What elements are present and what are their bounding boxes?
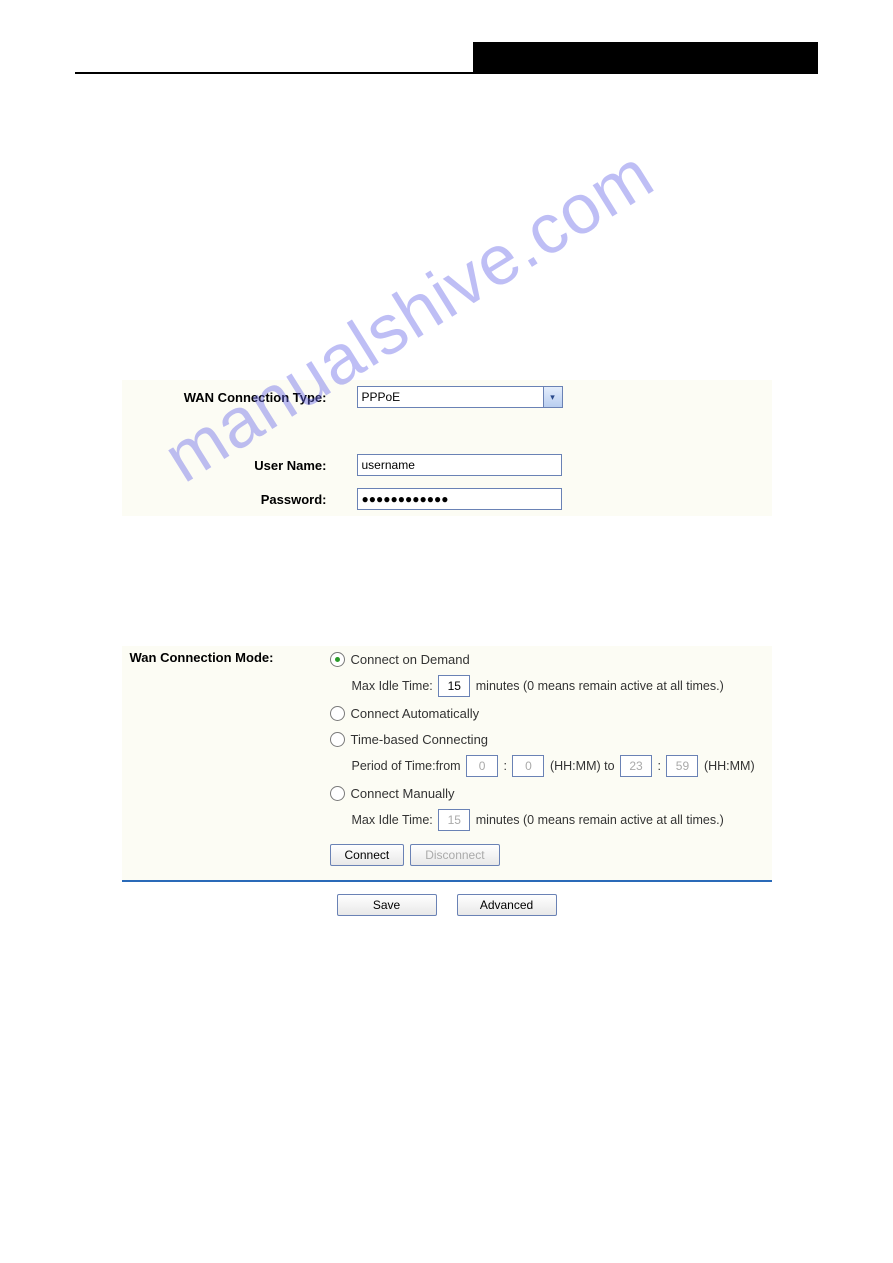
wan-settings-panel: WAN Connection Type: PPPoE ▾ User Name: …	[122, 380, 772, 516]
connect-automatically-label: Connect Automatically	[351, 706, 480, 721]
save-button[interactable]: Save	[337, 894, 437, 916]
password-input[interactable]	[357, 488, 562, 510]
time-based-label: Time-based Connecting	[351, 732, 489, 747]
header-rule	[75, 72, 818, 74]
wan-connection-mode-label: Wan Connection Mode:	[122, 646, 330, 665]
time-to-min-input[interactable]	[666, 755, 698, 777]
time-to-hour-input[interactable]	[620, 755, 652, 777]
wan-connection-type-select[interactable]: PPPoE ▾	[357, 386, 563, 408]
manual-idle-prefix: Max Idle Time:	[352, 813, 433, 827]
time-period-prefix: Period of Time:from	[352, 759, 461, 773]
time-mid-2: (HH:MM)	[704, 759, 755, 773]
wan-connection-type-value: PPPoE	[362, 390, 401, 404]
header-black-bar	[473, 42, 818, 72]
username-label: User Name:	[122, 458, 357, 473]
time-from-min-input[interactable]	[512, 755, 544, 777]
page-header	[0, 0, 893, 100]
action-bar: Save Advanced	[122, 894, 772, 936]
demand-idle-suffix: minutes (0 means remain active at all ti…	[476, 679, 724, 693]
wan-connection-mode-panel: Wan Connection Mode: Connect on Demand M…	[122, 646, 772, 880]
radio-connect-automatically[interactable]	[330, 706, 345, 721]
panel-separator	[122, 880, 772, 882]
time-from-hour-input[interactable]	[466, 755, 498, 777]
radio-connect-manually[interactable]	[330, 786, 345, 801]
radio-time-based[interactable]	[330, 732, 345, 747]
demand-idle-prefix: Max Idle Time:	[352, 679, 433, 693]
password-label: Password:	[122, 492, 357, 507]
connect-manually-label: Connect Manually	[351, 786, 455, 801]
disconnect-button[interactable]: Disconnect	[410, 844, 499, 866]
time-colon-1: :	[500, 759, 510, 773]
time-mid-1: (HH:MM) to	[550, 759, 615, 773]
chevron-down-icon[interactable]: ▾	[543, 387, 562, 407]
username-input[interactable]	[357, 454, 562, 476]
wan-connection-type-label: WAN Connection Type:	[122, 390, 357, 405]
demand-idle-time-input[interactable]	[438, 675, 470, 697]
radio-connect-on-demand[interactable]	[330, 652, 345, 667]
connect-button[interactable]: Connect	[330, 844, 405, 866]
connect-on-demand-label: Connect on Demand	[351, 652, 470, 667]
manual-idle-time-input[interactable]	[438, 809, 470, 831]
manual-idle-suffix: minutes (0 means remain active at all ti…	[476, 813, 724, 827]
time-colon-2: :	[654, 759, 664, 773]
advanced-button[interactable]: Advanced	[457, 894, 557, 916]
